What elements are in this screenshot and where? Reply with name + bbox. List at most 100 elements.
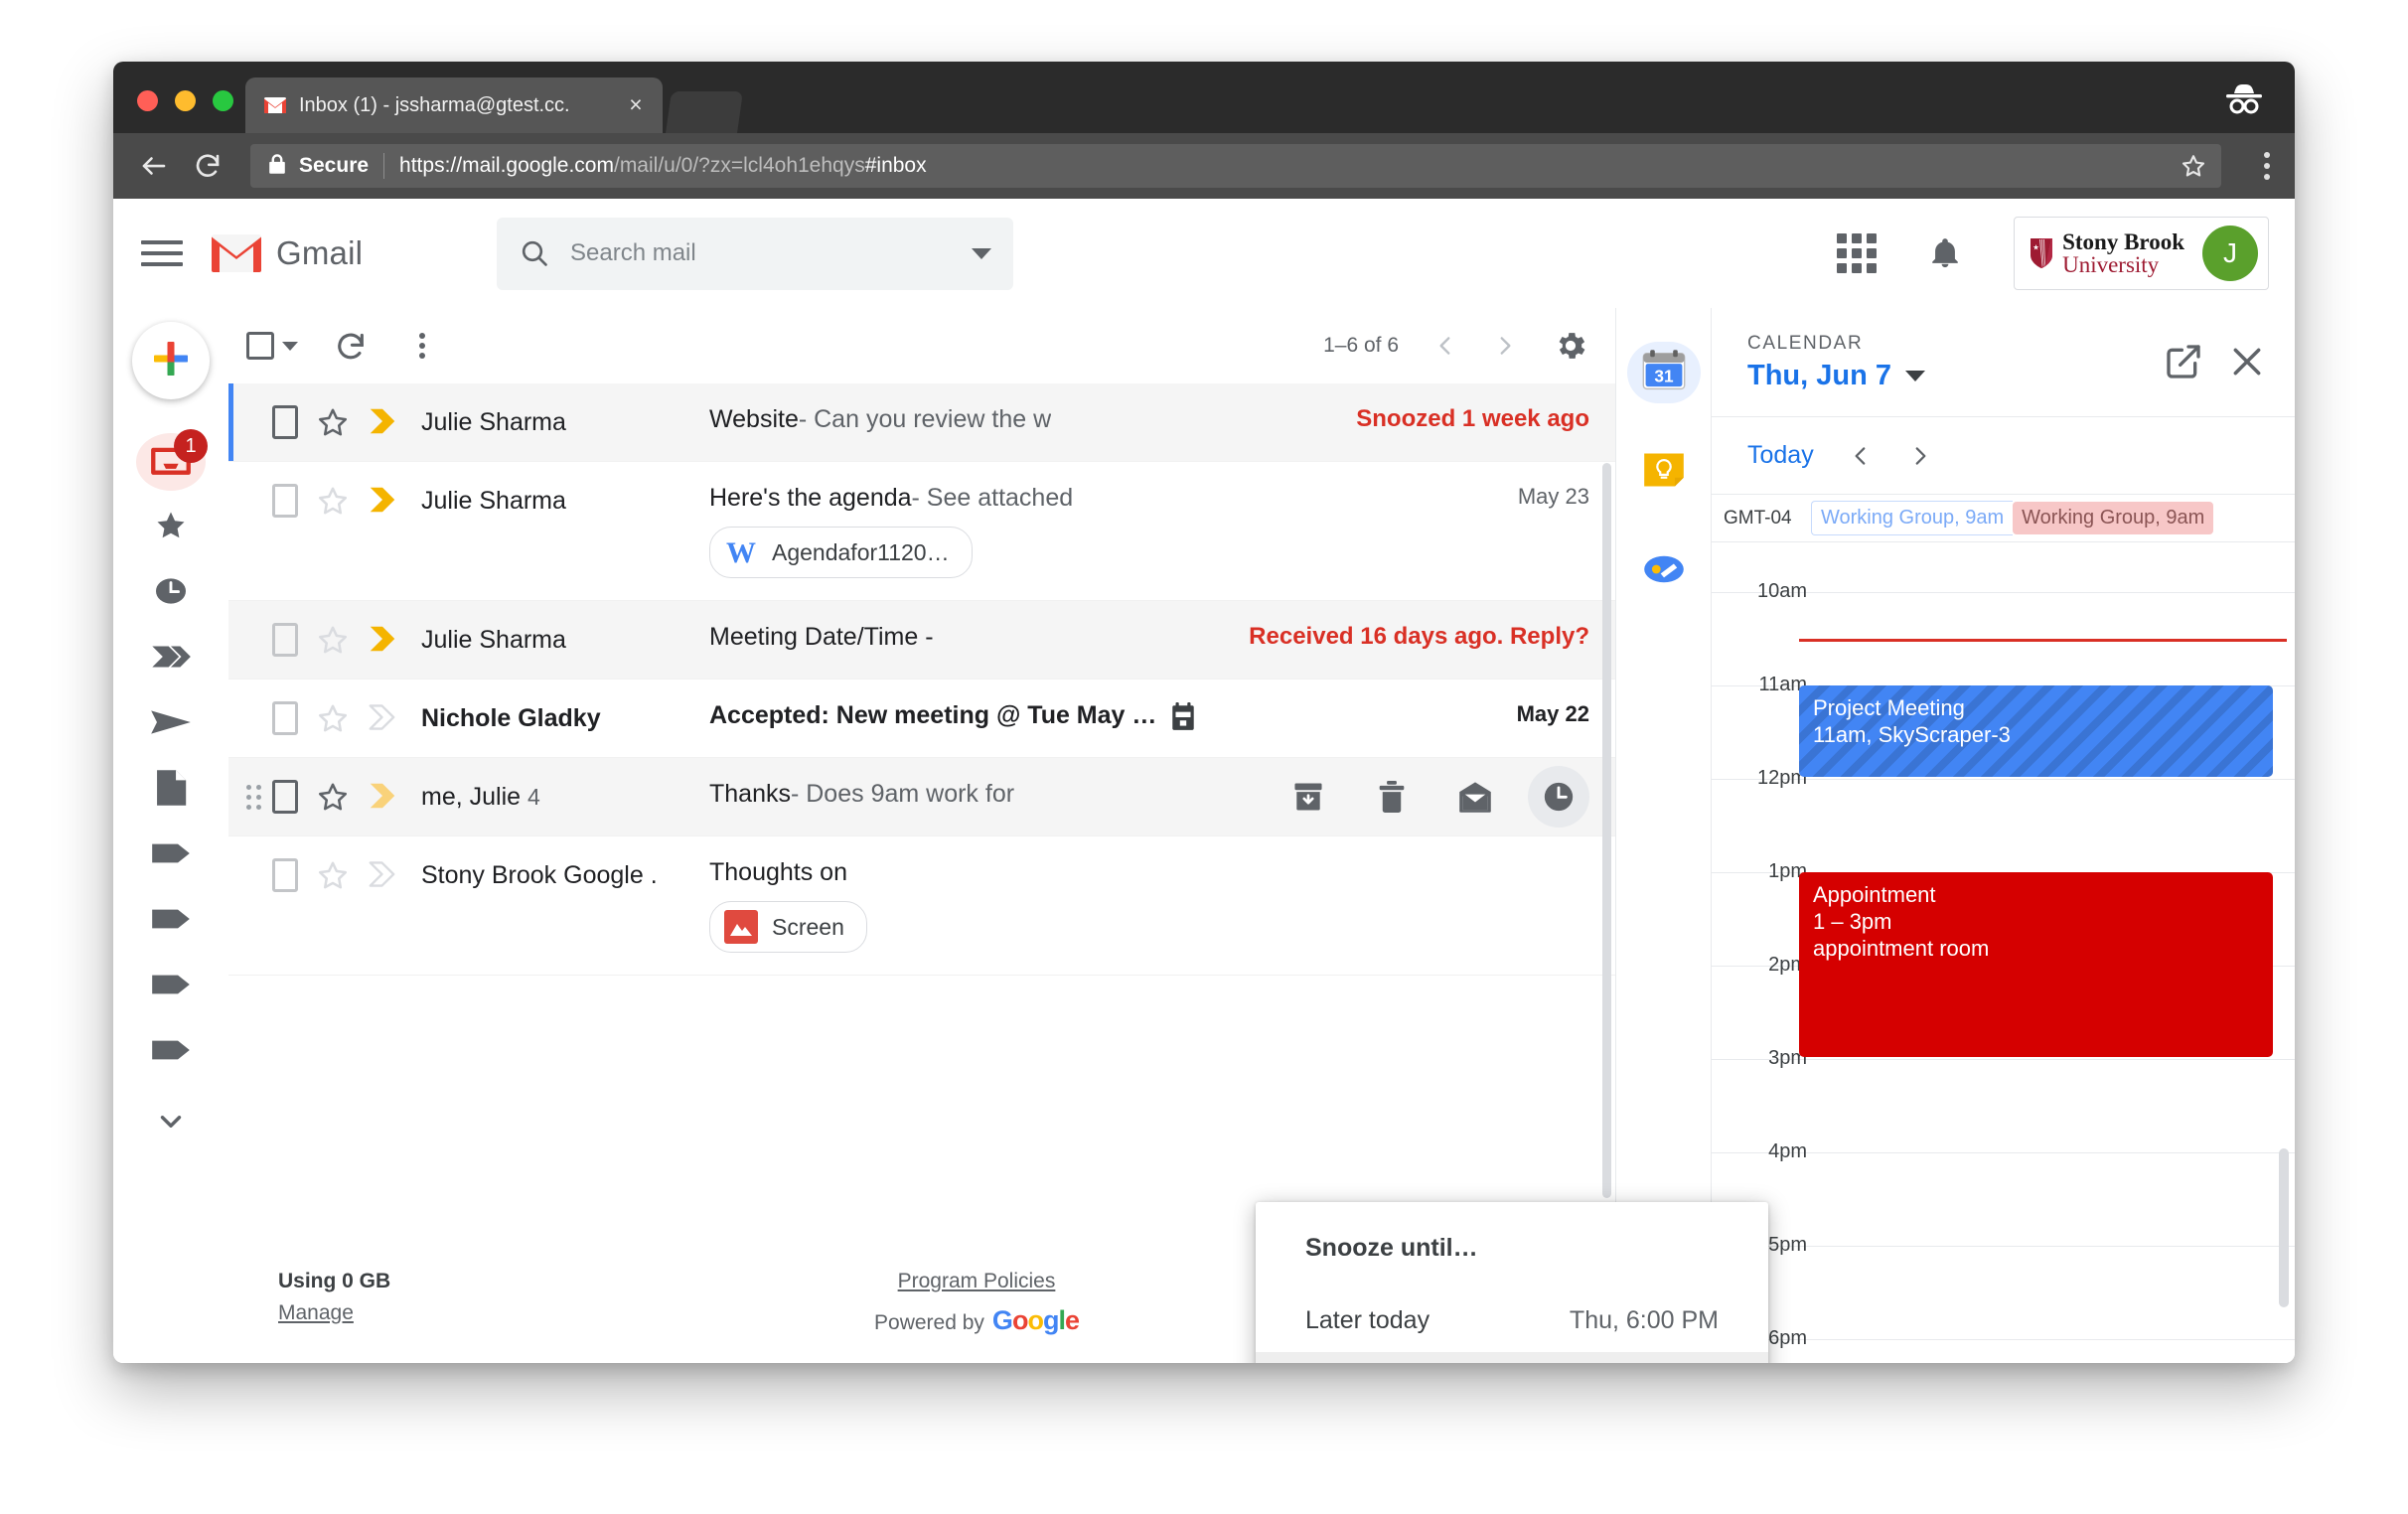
calendar-scrollbar[interactable] — [2279, 1148, 2289, 1307]
three-dot-menu-icon[interactable] — [2263, 152, 2271, 180]
addon-google-keep[interactable] — [1627, 441, 1701, 503]
sidebar-item-important[interactable] — [140, 628, 202, 689]
label-icon — [151, 907, 191, 936]
sidebar-item-inbox[interactable]: 1 — [136, 429, 208, 493]
table-row[interactable]: me, Julie 4 Thanks - Does 9am work for — [228, 758, 1615, 836]
row-checkbox[interactable] — [272, 405, 298, 439]
select-all-checkbox[interactable] — [246, 332, 298, 360]
new-tab-placeholder[interactable] — [666, 91, 743, 133]
table-row[interactable]: Stony Brook Google . Thoughts on Screen — [228, 836, 1615, 976]
snooze-option-later-today[interactable]: Later today Thu, 6:00 PM — [1256, 1288, 1768, 1352]
calendar-event[interactable]: Project Meeting 11am, SkyScraper-3 — [1799, 685, 2273, 777]
mail-list-scrollbar[interactable] — [1602, 463, 1611, 1198]
chevron-right-icon[interactable] — [1907, 441, 1933, 471]
trash-icon[interactable] — [1361, 766, 1423, 828]
compose-button[interactable] — [132, 322, 210, 399]
clock-icon[interactable] — [1528, 766, 1589, 828]
calendar-event[interactable]: Appointment 1 – 3pm appointment room — [1799, 872, 2273, 1057]
row-subject: Meeting Date/Time - — [709, 623, 934, 651]
maximize-window-button[interactable] — [213, 90, 233, 111]
bookmark-star-icon[interactable] — [2180, 152, 2207, 180]
important-chevron-icon[interactable] — [368, 860, 399, 890]
bell-icon[interactable] — [1928, 234, 1962, 272]
archive-icon[interactable] — [1278, 766, 1339, 828]
sidebar-item-label-1[interactable] — [140, 825, 202, 886]
drag-handle-icon[interactable] — [246, 783, 262, 811]
star-icon — [153, 508, 189, 548]
sidebar-item-label-4[interactable] — [140, 1021, 202, 1083]
minimize-window-button[interactable] — [175, 90, 196, 111]
sidebar-item-drafts[interactable] — [140, 759, 202, 821]
close-window-button[interactable] — [137, 90, 158, 111]
mark-unread-icon[interactable] — [1444, 766, 1506, 828]
chevron-left-icon[interactable] — [1432, 333, 1458, 359]
allday-event[interactable]: Working Group, 9am — [2013, 502, 2214, 534]
image-attachment-icon — [724, 910, 758, 944]
back-arrow-icon[interactable] — [137, 149, 171, 183]
sidebar-item-sent[interactable] — [140, 693, 202, 755]
important-chevron-icon[interactable] — [368, 625, 399, 655]
close-icon[interactable]: × — [623, 92, 649, 118]
sidebar-expand-chevron-down-icon[interactable] — [154, 1105, 188, 1138]
sidebar-item-snoozed[interactable] — [140, 562, 202, 624]
star-icon[interactable] — [316, 405, 350, 439]
table-row[interactable]: Julie Sharma Website - Can you review th… — [228, 383, 1615, 462]
table-row[interactable]: Julie Sharma Here's the agenda - See att… — [228, 462, 1615, 601]
table-row[interactable]: Julie Sharma Meeting Date/Time - Receive… — [228, 601, 1615, 680]
attachment-label: Screen — [772, 913, 844, 940]
sidebar-item-label-2[interactable] — [140, 890, 202, 952]
close-icon[interactable] — [2227, 342, 2269, 383]
allday-event[interactable]: Working Group, 9am — [1811, 501, 2014, 535]
search-bar[interactable] — [497, 217, 1013, 290]
hamburger-icon[interactable] — [141, 232, 183, 274]
star-icon[interactable] — [316, 701, 350, 735]
star-icon[interactable] — [316, 858, 350, 892]
chevron-left-icon[interactable] — [1848, 441, 1874, 471]
sidebar-item-label-3[interactable] — [140, 956, 202, 1017]
row-checkbox[interactable] — [272, 484, 298, 518]
gear-icon[interactable] — [1552, 327, 1589, 365]
manage-storage-link[interactable]: Manage — [278, 1301, 354, 1324]
browser-tab[interactable]: Inbox (1) - jssharma@gtest.cc. × — [245, 77, 663, 133]
addon-google-tasks[interactable] — [1627, 540, 1701, 602]
addon-google-calendar[interactable]: 31 — [1626, 342, 1701, 403]
search-input[interactable] — [570, 239, 972, 267]
important-chevron-icon[interactable] — [368, 782, 399, 812]
important-chevron-icon[interactable] — [368, 486, 399, 516]
program-policies-link[interactable]: Program Policies — [898, 1270, 1056, 1292]
calendar-today-button[interactable]: Today — [1747, 441, 1814, 470]
chevron-down-icon[interactable] — [972, 247, 991, 259]
reload-icon[interactable] — [191, 149, 225, 183]
important-chevron-icon[interactable] — [368, 703, 399, 733]
apps-grid-icon[interactable] — [1837, 233, 1878, 273]
avatar[interactable]: J — [2202, 226, 2258, 281]
row-checkbox[interactable] — [272, 701, 298, 735]
chevron-right-icon[interactable] — [1492, 333, 1518, 359]
table-row[interactable]: Nichole Gladky Accepted: New meeting @ T… — [228, 680, 1615, 758]
svg-text:W: W — [726, 536, 756, 569]
row-checkbox[interactable] — [272, 623, 298, 657]
attachment-chip[interactable]: W Agendafor1120… — [709, 527, 973, 578]
star-icon[interactable] — [316, 623, 350, 657]
sidebar-item-starred[interactable] — [140, 497, 202, 558]
row-subject: Thoughts on — [709, 858, 847, 886]
snooze-option-tomorrow[interactable]: Tomorrow Fri, 8:00 AM — [1256, 1352, 1768, 1363]
url-path: /mail/u/0/?zx=lcl4oh1ehqys — [613, 154, 865, 177]
gmail-logo[interactable]: Gmail — [211, 233, 419, 273]
calendar-date-selector[interactable]: Thu, Jun 7 — [1747, 360, 2142, 392]
attachment-chip[interactable]: Screen — [709, 901, 867, 953]
chevron-down-icon[interactable] — [282, 341, 298, 351]
refresh-icon[interactable] — [332, 327, 370, 365]
calendar-grid: GMT-04 Working Group, 9am Working Group,… — [1712, 495, 2295, 1363]
more-options-three-dot-menu-icon[interactable] — [403, 327, 441, 365]
open-in-new-icon[interactable] — [2164, 342, 2205, 383]
row-checkbox[interactable] — [272, 780, 298, 814]
address-bar[interactable]: Secure https://mail.google.com/mail/u/0/… — [250, 144, 2221, 188]
snooze-option-value: Thu, 6:00 PM — [1569, 1305, 1719, 1334]
star-icon[interactable] — [316, 484, 350, 518]
chevron-down-icon[interactable] — [1905, 370, 1925, 381]
star-icon[interactable] — [316, 780, 350, 814]
account-chip[interactable]: Stony Brook University J — [2014, 217, 2269, 290]
important-chevron-icon[interactable] — [368, 407, 399, 437]
row-checkbox[interactable] — [272, 858, 298, 892]
